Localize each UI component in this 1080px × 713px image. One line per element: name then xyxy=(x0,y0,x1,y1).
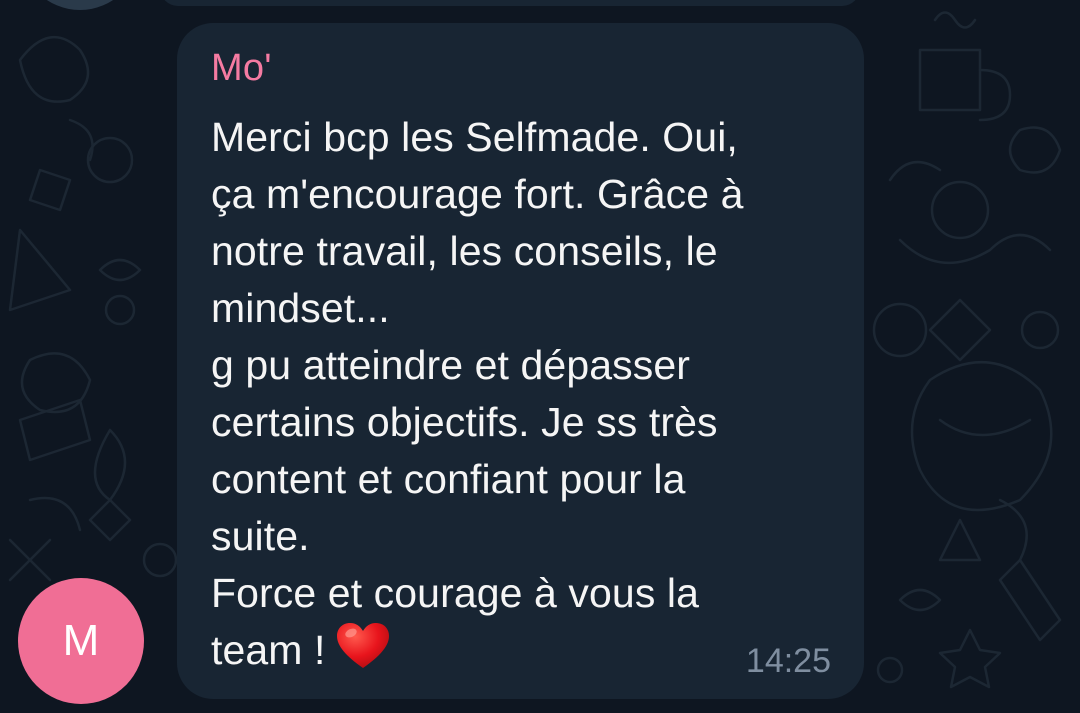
sender-avatar[interactable]: M xyxy=(18,578,144,704)
message-text: Merci bcp les Selfmade. Oui, ça m'encour… xyxy=(211,109,851,685)
previous-avatar[interactable] xyxy=(20,0,140,10)
message-bubble[interactable]: Mo' Merci bcp les Selfmade. Oui, ça m'en… xyxy=(177,23,864,699)
message-timestamp: 14:25 xyxy=(745,642,831,680)
avatar-initial: M xyxy=(62,616,100,665)
previous-message-bubble[interactable] xyxy=(160,0,860,6)
sender-name[interactable]: Mo' xyxy=(211,47,272,90)
message-body: Merci bcp les Selfmade. Oui, ça m'encour… xyxy=(211,114,744,673)
red-heart-icon xyxy=(336,622,390,685)
